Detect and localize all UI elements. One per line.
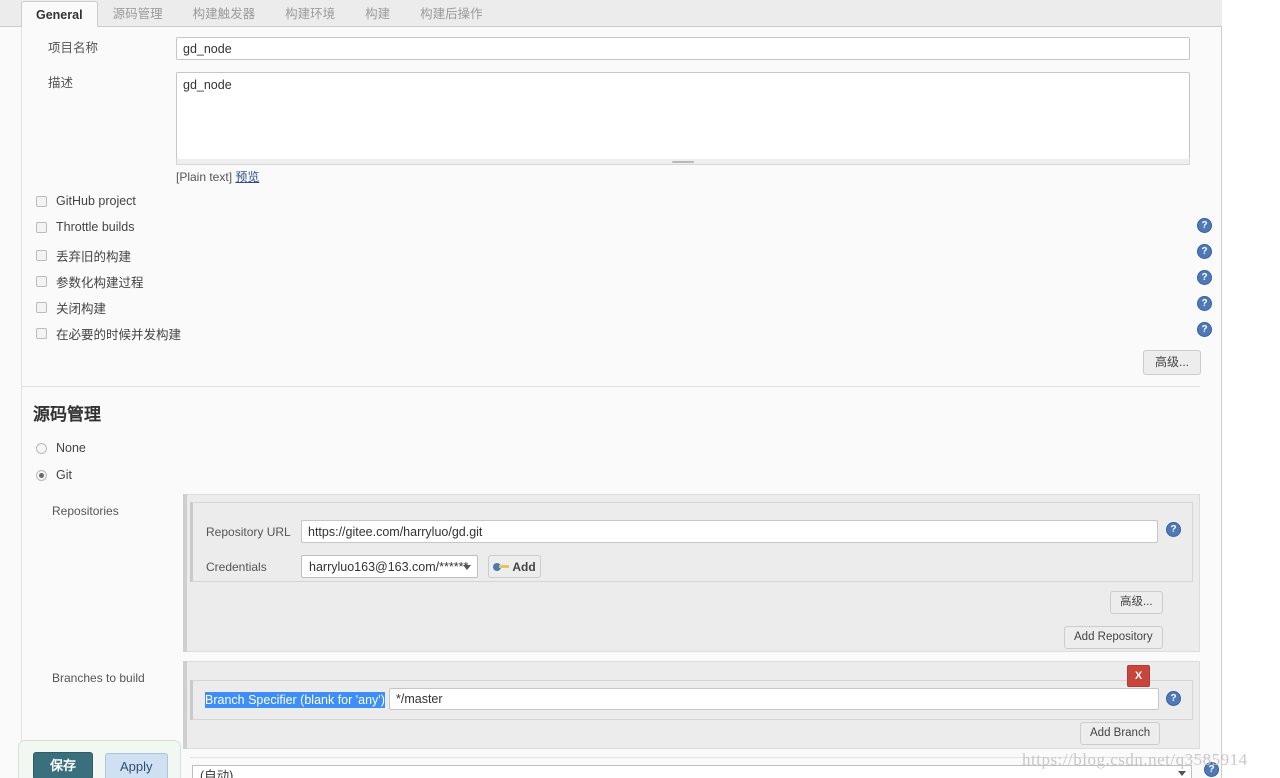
help-icon-2[interactable]: ? — [1197, 244, 1212, 259]
checkbox-row-4[interactable]: 关闭构建 — [36, 298, 106, 317]
help-icon-3[interactable]: ? — [1197, 270, 1212, 285]
scm-option-none-label: None — [56, 441, 86, 455]
branches-panel-accent — [183, 661, 187, 749]
tab-item-3[interactable]: 构建环境 — [270, 0, 350, 27]
scm-option-git[interactable]: Git — [36, 468, 72, 482]
section-divider — [22, 386, 1200, 387]
add-credentials-button[interactable]: Add — [488, 555, 541, 578]
preview-link[interactable]: 预览 — [235, 170, 259, 184]
project-name-label: 项目名称 — [48, 41, 99, 55]
tab-item-2[interactable]: 构建触发器 — [178, 0, 271, 27]
checkbox-0[interactable] — [36, 195, 47, 207]
checkbox-label-4: 关闭构建 — [56, 302, 107, 316]
general-advanced-button[interactable]: 高级... — [1143, 350, 1202, 375]
add-branch-button[interactable]: Add Branch — [1080, 722, 1161, 745]
help-icon-4[interactable]: ? — [1197, 296, 1212, 311]
checkbox-row-2[interactable]: 丢弃旧的构建 — [36, 246, 131, 265]
help-icon-5[interactable]: ? — [1197, 322, 1212, 337]
key-icon — [493, 562, 510, 572]
branch-specifier-label: Branch Specifier (blank for 'any') — [205, 692, 385, 708]
left-column-divider — [21, 27, 22, 778]
checkbox-label-2: 丢弃旧的构建 — [56, 250, 132, 264]
bottom-divider — [190, 757, 1208, 758]
scm-option-none[interactable]: None — [36, 441, 86, 455]
help-icon-1[interactable]: ? — [1197, 218, 1212, 233]
jenkins-job-config-page: General源码管理构建触发器构建环境构建构建后操作 项目名称 描述 gd_n… — [0, 0, 1280, 778]
page-right-margin — [1223, 0, 1280, 778]
checkbox-row-5[interactable]: 在必要的时候并发构建 — [36, 324, 181, 343]
description-format-row: [Plain text] 预览 — [176, 168, 259, 185]
scm-section-heading: 源码管理 — [33, 405, 101, 424]
repositories-panel-accent — [183, 494, 187, 652]
checkbox-label-5: 在必要的时候并发构建 — [56, 328, 182, 342]
description-label: 描述 — [48, 76, 74, 90]
credentials-select-value: harryluo163@163.com/****** — [309, 559, 469, 574]
checkbox-5[interactable] — [36, 328, 47, 339]
checkbox-label-1: Throttle builds — [56, 220, 135, 234]
tab-item-5[interactable]: 构建后操作 — [405, 0, 498, 27]
branches-to-build-label: Branches to build — [52, 671, 145, 685]
credentials-select[interactable]: harryluo163@163.com/****** — [301, 555, 478, 578]
chevron-down-icon — [463, 564, 471, 570]
credentials-label: Credentials — [206, 560, 267, 574]
tab-list: General 源码管理 构建触发器 构建环境 构建 构建后操作 — [0, 0, 1222, 28]
plain-text-note: [Plain text] — [176, 170, 233, 184]
tab-item-4[interactable]: 构建 — [350, 0, 405, 27]
checkbox-2[interactable] — [36, 250, 47, 261]
scm-option-git-label: Git — [56, 468, 72, 482]
textarea-resize-grip — [672, 161, 694, 163]
repository-url-input[interactable] — [301, 520, 1158, 543]
checkbox-label-0: GitHub project — [56, 194, 136, 208]
checkbox-row-1[interactable]: Throttle builds — [36, 220, 135, 234]
repository-url-help-icon[interactable]: ? — [1166, 522, 1181, 537]
repository-advanced-button[interactable]: 高级... — [1110, 591, 1163, 614]
tab-item-1[interactable]: 源码管理 — [98, 0, 178, 27]
description-textarea[interactable]: gd_node — [176, 72, 1190, 160]
add-credentials-label: Add — [512, 559, 536, 574]
project-name-input[interactable] — [176, 37, 1190, 60]
radio-git[interactable] — [36, 469, 47, 481]
radio-none[interactable] — [36, 442, 47, 454]
apply-button[interactable]: Apply — [105, 753, 168, 778]
checkbox-label-3: 参数化构建过程 — [56, 276, 144, 290]
bottom-partial-select[interactable]: (自动) — [192, 765, 1192, 778]
repositories-label: Repositories — [52, 504, 119, 518]
add-repository-button[interactable]: Add Repository — [1064, 626, 1163, 649]
repository-url-label: Repository URL — [206, 525, 291, 539]
checkbox-4[interactable] — [36, 302, 47, 313]
bottom-partial-select-value: (自动) — [200, 769, 234, 778]
branch-specifier-help-icon[interactable]: ? — [1166, 691, 1181, 706]
checkbox-1[interactable] — [36, 221, 47, 233]
bottom-chevron-down-icon — [1178, 771, 1186, 776]
bottom-help-icon[interactable]: ? — [1204, 762, 1219, 777]
branch-specifier-input[interactable] — [389, 688, 1159, 710]
delete-branch-button[interactable]: X — [1127, 665, 1150, 687]
tab-general[interactable]: General — [21, 1, 98, 28]
save-button[interactable]: 保存 — [33, 752, 94, 778]
checkbox-3[interactable] — [36, 276, 47, 287]
config-tab-bar: General 源码管理 构建触发器 构建环境 构建 构建后操作 — [0, 0, 1222, 28]
checkbox-row-0[interactable]: GitHub project — [36, 194, 136, 208]
checkbox-row-3[interactable]: 参数化构建过程 — [36, 272, 144, 291]
